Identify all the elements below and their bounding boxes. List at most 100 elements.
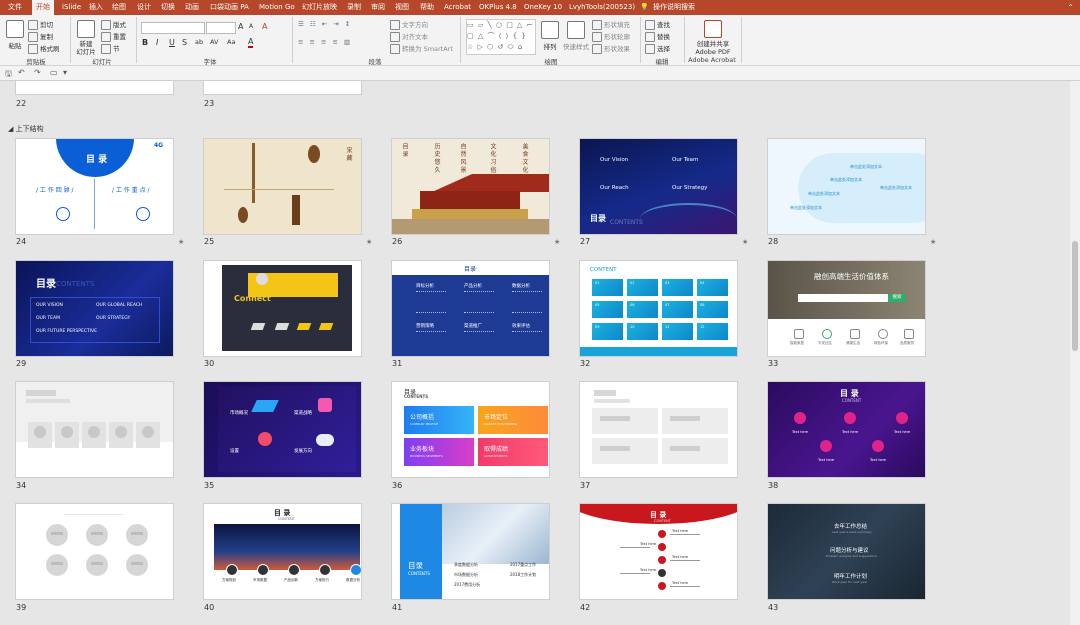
slide-icon-label: 绿色环保 [874, 341, 888, 345]
align-text-button[interactable]: 对齐文本 [390, 31, 428, 42]
slide-thumbnail-40[interactable]: 目 录 CONTENT 方案规划 市场数据 产品创新 方案执行 数据分析 [204, 504, 361, 599]
undo-icon[interactable]: ↶ [18, 68, 25, 77]
tab-animations[interactable]: 动画 [185, 0, 199, 15]
paste-button[interactable]: 粘贴 [4, 20, 26, 50]
tab-draw[interactable]: 绘图 [112, 0, 126, 15]
tab-view[interactable]: 视图 [395, 0, 409, 15]
copy-button[interactable]: 复制 [28, 31, 53, 42]
smartart-button[interactable]: 转换为 SmartArt [390, 43, 453, 54]
slide-thumbnail-31[interactable]: 目录 目标分析 产品分析 数据分析 营销策略 渠道推广 效果评估 [392, 261, 549, 356]
new-slide-button[interactable]: 新建 幻灯片 [74, 20, 98, 56]
slide-number: 26 [392, 237, 403, 246]
slide-item: Text here [870, 458, 887, 462]
shape-effects-button[interactable]: 形状效果 [592, 43, 630, 54]
tab-acrobat[interactable]: Acrobat [444, 0, 471, 15]
section-header[interactable]: ◢ 上下结构 [8, 124, 44, 134]
transition-star-icon[interactable]: ★ [178, 238, 184, 246]
slide-thumbnail-25[interactable]: 宋 藏 [204, 139, 361, 234]
transition-star-icon[interactable]: ★ [554, 238, 560, 246]
tell-me-search[interactable]: 操作说明搜索 [653, 0, 695, 15]
underline-button[interactable]: U [169, 38, 175, 47]
transition-star-icon[interactable]: ★ [742, 238, 748, 246]
slide-thumbnail-24[interactable]: 目 录 4G / 工 作 回 顾 / / 工 作 重 点 / [16, 139, 173, 234]
slide-thumbnail-28[interactable]: 单击此处添加文本 单击此处添加文本 单击此处添加文本 单击此处添加文本 单击此处… [768, 139, 925, 234]
slide-thumbnail-38[interactable]: 目 录 CONTENT Text here Text here Text her… [768, 382, 925, 477]
tab-motion-go[interactable]: Motion Go [259, 0, 295, 15]
align-buttons[interactable]: ≡ ≡ ≡ ≡ ▥ [298, 38, 352, 46]
tab-file[interactable]: 文件 [8, 0, 22, 15]
tab-okplus[interactable]: OKPlus 4.8 [479, 0, 517, 15]
slide-thumbnail-27[interactable]: Our Vision Our Team Our Reach Our Strate… [580, 139, 737, 234]
char-spacing-button[interactable]: AV [210, 38, 218, 46]
scrollbar-thumb[interactable] [1072, 241, 1078, 351]
tab-review[interactable]: 审阅 [371, 0, 385, 15]
tab-record[interactable]: 录制 [347, 0, 361, 15]
tab-lvyhtools[interactable]: LvyhTools(200523) [569, 0, 635, 15]
smartart-icon [390, 44, 400, 54]
transition-star-icon[interactable]: ★ [366, 238, 372, 246]
customize-icon[interactable]: ▾ [63, 68, 67, 77]
slide-search-box [798, 294, 888, 302]
search-icon [645, 20, 655, 30]
arrange-button[interactable]: 排列 [540, 21, 560, 51]
clear-format-button[interactable]: A [262, 22, 267, 31]
slide-thumbnail-35[interactable]: 市场概况 渠道战略 设置 发展方向 [204, 382, 361, 477]
bold-button[interactable]: B [142, 38, 148, 47]
slide-thumbnail-prev[interactable] [16, 81, 173, 94]
text-shadow-button[interactable]: ab [195, 38, 203, 46]
slide-thumbnail-39[interactable] [16, 504, 173, 599]
slide-thumbnail-36[interactable]: 目录 CONTENTS 公司概括 市场定位 业务板块 取得成绩 COMPANY … [392, 382, 549, 477]
select-button[interactable]: 选择 [645, 43, 670, 54]
slide-thumbnail-42[interactable]: 目 录 CONTENT Text here Text here Text here T… [580, 504, 737, 599]
decrease-font-button[interactable]: A [249, 23, 253, 30]
font-size-select[interactable] [206, 22, 236, 34]
slide-thumbnail-41[interactable]: 目录 CONTENTS 季度数据分析 2017重点工作 市场数据分析 2018工… [392, 504, 549, 599]
slide-thumbnail-29[interactable]: 目录 CONTENTS OUR VISION OUR GLOBAL REACH … [16, 261, 173, 356]
shape-fill-button[interactable]: 形状填充 [592, 19, 630, 30]
present-icon[interactable]: ▭ [50, 68, 58, 77]
ribbon-collapse-icon[interactable]: ⌃ [1067, 0, 1074, 15]
tab-islide[interactable]: iSlide [62, 0, 81, 15]
slide-thumbnail-prev[interactable] [204, 81, 361, 94]
italic-button[interactable]: I [156, 38, 158, 47]
tab-home[interactable]: 开始 [32, 0, 54, 15]
slide-thumbnail-34[interactable] [16, 382, 173, 477]
layout-button[interactable]: 版式 [101, 19, 126, 30]
placeholder-bar [91, 532, 103, 535]
find-button[interactable]: 查找 [645, 19, 670, 30]
change-case-button[interactable]: Aa [227, 38, 235, 46]
font-name-select[interactable] [141, 22, 205, 34]
slide-thumbnail-32[interactable]: CONTENT 01 02 03 04 05 06 07 08 09 10 11 12 [580, 261, 737, 356]
shapes-gallery[interactable]: ▭ ▱ ╲ ○ □ △ ⌐ ▢ △ ⌒ ⟨ ⟩ { } ☆ ▷ ⬡ ↺ ⬭ ⌂ [466, 19, 536, 55]
tab-onekey[interactable]: OneKey 10 [524, 0, 562, 15]
tab-pocket-animation[interactable]: 口袋动画 PA [210, 0, 249, 15]
reset-button[interactable]: 重置 [101, 31, 126, 42]
slide-thumbnail-37[interactable] [580, 382, 737, 477]
slide-item-sub: Work plan for next year [832, 580, 868, 584]
save-icon[interactable]: 🖫 [5, 68, 12, 82]
create-pdf-button[interactable]: 创建并共享 Adobe PDF [690, 20, 736, 56]
strikethrough-button[interactable]: S [182, 38, 187, 47]
font-color-button[interactable]: A [248, 37, 254, 48]
text-direction-button[interactable]: 文字方向 [390, 19, 428, 30]
redo-icon[interactable]: ↷ [34, 68, 41, 77]
slide-thumbnail-26[interactable]: 目 录 历 史 悠 久 自 然 风 景 文 化 习 俗 美 食 文 化 [392, 139, 549, 234]
shape-outline-button[interactable]: 形状轮廓 [592, 31, 630, 42]
slide-thumbnail-43[interactable]: 去年工作总结 Last year's work summary 问题分析与建议 … [768, 504, 925, 599]
quick-styles-button[interactable]: 快速样式 [563, 21, 589, 51]
slide-thumbnail-33[interactable]: 融创高端生活价值体系 搜索 智能家居 平安社区 健康生活 绿色环保 品质服务 [768, 261, 925, 356]
replace-button[interactable]: 替换 [645, 31, 670, 42]
list-buttons[interactable]: ☰ ☷ ⇤ ⇥ ↕ [298, 20, 352, 28]
tab-slideshow[interactable]: 幻灯片放映 [302, 0, 337, 15]
slide-thumbnail-30[interactable]: Connect [204, 261, 361, 356]
cut-button[interactable]: 剪切 [28, 19, 53, 30]
tab-design[interactable]: 设计 [137, 0, 151, 15]
vertical-scrollbar[interactable] [1070, 81, 1080, 625]
format-painter-button[interactable]: 格式刷 [28, 43, 60, 54]
tab-help[interactable]: 帮助 [420, 0, 434, 15]
tab-insert[interactable]: 插入 [89, 0, 103, 15]
tab-transitions[interactable]: 切换 [161, 0, 175, 15]
section-button[interactable]: 节 [101, 43, 120, 54]
transition-star-icon[interactable]: ★ [930, 238, 936, 246]
increase-font-button[interactable]: A [238, 22, 243, 31]
